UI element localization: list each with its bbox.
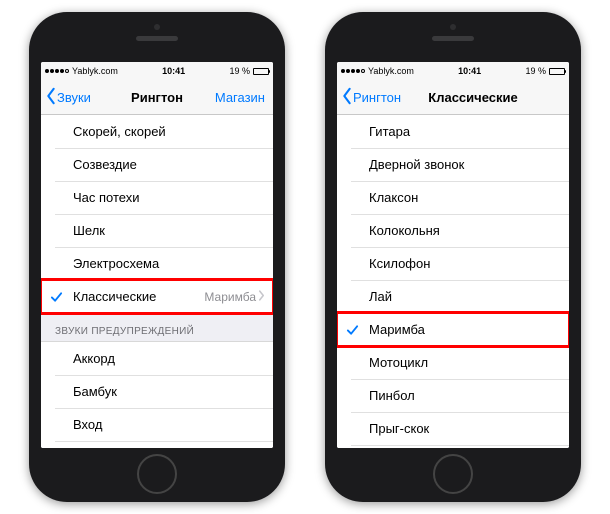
list-item-label: Вход <box>73 417 102 432</box>
back-button[interactable]: Звуки <box>45 80 91 114</box>
list-item[interactable]: Час потехи <box>41 181 273 214</box>
list-item-label: Лай <box>369 289 392 304</box>
screen-left: Yablyk.com 10:41 19 % Звуки Рингтон Мага… <box>41 62 273 448</box>
list-item-label: Дверной звонок <box>369 157 464 172</box>
iphone-right: Yablyk.com 10:41 19 % Рингтон Классическ… <box>325 12 581 502</box>
list-item-label: Маримба <box>369 322 425 337</box>
checkmark-icon <box>346 323 359 336</box>
chevron-left-icon <box>45 87 57 108</box>
list-item[interactable]: Мотоцикл <box>337 346 569 379</box>
list-item-marimba[interactable]: Маримба <box>337 313 569 346</box>
list-item[interactable]: Лай <box>337 280 569 313</box>
nav-bar: Звуки Рингтон Магазин <box>41 80 273 115</box>
list-item[interactable]: Колокольня <box>337 214 569 247</box>
classic-ringtones-list: Гитара Дверной звонок Клаксон Колокольня… <box>337 115 569 448</box>
back-button[interactable]: Рингтон <box>341 80 401 114</box>
list-item-label: Час потехи <box>73 190 140 205</box>
list-item[interactable]: Гитара <box>337 115 569 148</box>
list-item[interactable]: Клаксон <box>337 181 569 214</box>
list-item-label: Классические <box>73 289 156 304</box>
back-label: Рингтон <box>353 90 401 105</box>
time-label: 10:41 <box>162 66 185 76</box>
detail-text: Маримба <box>204 290 256 304</box>
iphone-left: Yablyk.com 10:41 19 % Звуки Рингтон Мага… <box>29 12 285 502</box>
time-label: 10:41 <box>458 66 481 76</box>
list-item-label: Гитара <box>369 124 410 139</box>
list-item-label: Шелк <box>73 223 105 238</box>
list-item[interactable]: Электросхема <box>41 247 273 280</box>
classic-ringtones-row[interactable]: Классические Маримба <box>41 280 273 314</box>
list-item-label: Ксилофон <box>369 256 430 271</box>
back-label: Звуки <box>57 90 91 105</box>
carrier-label: Yablyk.com <box>72 66 118 76</box>
signal-dots-icon <box>45 69 69 73</box>
list-item[interactable]: Созвездие <box>41 148 273 181</box>
nav-bar: Рингтон Классические <box>337 80 569 115</box>
checkmark-icon <box>50 290 63 303</box>
carrier-label: Yablyk.com <box>368 66 414 76</box>
list-item[interactable]: Прыг-скок <box>337 412 569 445</box>
list-item-label: Прыг-скок <box>369 421 429 436</box>
list-item[interactable]: Завершение <box>41 441 273 448</box>
detail-value: Маримба <box>204 290 265 304</box>
store-button[interactable]: Магазин <box>215 80 265 114</box>
list-item[interactable]: Аккорд <box>41 342 273 375</box>
list-item[interactable]: Шелк <box>41 214 273 247</box>
ringtone-list: Скорей, скорей Созвездие Час потехи Шелк… <box>41 115 273 448</box>
list-item-label: Бамбук <box>73 384 117 399</box>
list-item-label: Созвездие <box>73 157 137 172</box>
list-item-label: Пинбол <box>369 388 415 403</box>
list-item-label: Электросхема <box>73 256 159 271</box>
list-item-label: Мотоцикл <box>369 355 428 370</box>
list-item-label: Клаксон <box>369 190 418 205</box>
battery-pct-label: 19 % <box>525 66 546 76</box>
list-item[interactable]: Дверной звонок <box>337 148 569 181</box>
nav-title: Классические <box>377 90 569 105</box>
battery-pct-label: 19 % <box>229 66 250 76</box>
list-item[interactable]: Вход <box>41 408 273 441</box>
list-item-label: Колокольня <box>369 223 440 238</box>
battery-icon <box>253 68 269 75</box>
store-label: Магазин <box>215 90 265 105</box>
screen-right: Yablyk.com 10:41 19 % Рингтон Классическ… <box>337 62 569 448</box>
home-button[interactable] <box>433 454 473 494</box>
status-bar: Yablyk.com 10:41 19 % <box>337 62 569 80</box>
list-item[interactable]: Бамбук <box>41 375 273 408</box>
chevron-left-icon <box>341 87 353 108</box>
battery-icon <box>549 68 565 75</box>
home-button[interactable] <box>137 454 177 494</box>
list-item[interactable]: Пинбол <box>337 379 569 412</box>
list-item[interactable]: Скорей, скорей <box>41 115 273 148</box>
list-item-label: Аккорд <box>73 351 115 366</box>
status-bar: Yablyk.com 10:41 19 % <box>41 62 273 80</box>
section-header: ЗВУКИ ПРЕДУПРЕЖДЕНИЙ <box>41 314 273 342</box>
signal-dots-icon <box>341 69 365 73</box>
chevron-right-icon <box>258 290 265 304</box>
list-item[interactable]: Робот <box>337 445 569 448</box>
list-item[interactable]: Ксилофон <box>337 247 569 280</box>
list-item-label: Скорей, скорей <box>73 124 166 139</box>
